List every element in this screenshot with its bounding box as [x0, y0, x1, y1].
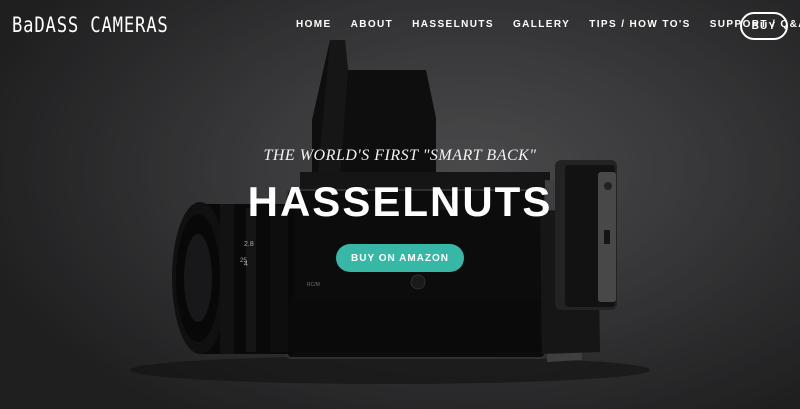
buy-on-amazon-button[interactable]: BUY ON AMAZON — [336, 244, 464, 272]
nav-item-hasselnuts[interactable]: HASSELNUTS — [412, 19, 494, 30]
hero-section: 2.8 4 25 RC/M BaDASS CAMERAS HOME ABOUT … — [0, 0, 800, 409]
nav-item-home[interactable]: HOME — [296, 19, 332, 30]
back-plate-text: RC/M — [307, 282, 320, 288]
lens-mark: 25 — [240, 258, 247, 264]
site-logo[interactable]: BaDASS CAMERAS — [12, 13, 169, 37]
site-header: BaDASS CAMERAS HOME ABOUT HASSELNUTS GAL… — [0, 0, 800, 52]
hero-tagline: THE WORLD'S FIRST "SMART BACK" — [263, 147, 537, 164]
hero-headline: HASSELNUTS — [247, 178, 553, 225]
nav-item-tips[interactable]: TIPS / HOW TO'S — [589, 19, 691, 30]
lens-mark: 2.8 — [244, 241, 254, 248]
nav-item-gallery[interactable]: GALLERY — [513, 19, 570, 30]
nav-item-about[interactable]: ABOUT — [351, 19, 394, 30]
main-nav: HOME ABOUT HASSELNUTS GALLERY TIPS / HOW… — [296, 19, 800, 30]
buy-button[interactable]: BUY — [740, 12, 788, 40]
